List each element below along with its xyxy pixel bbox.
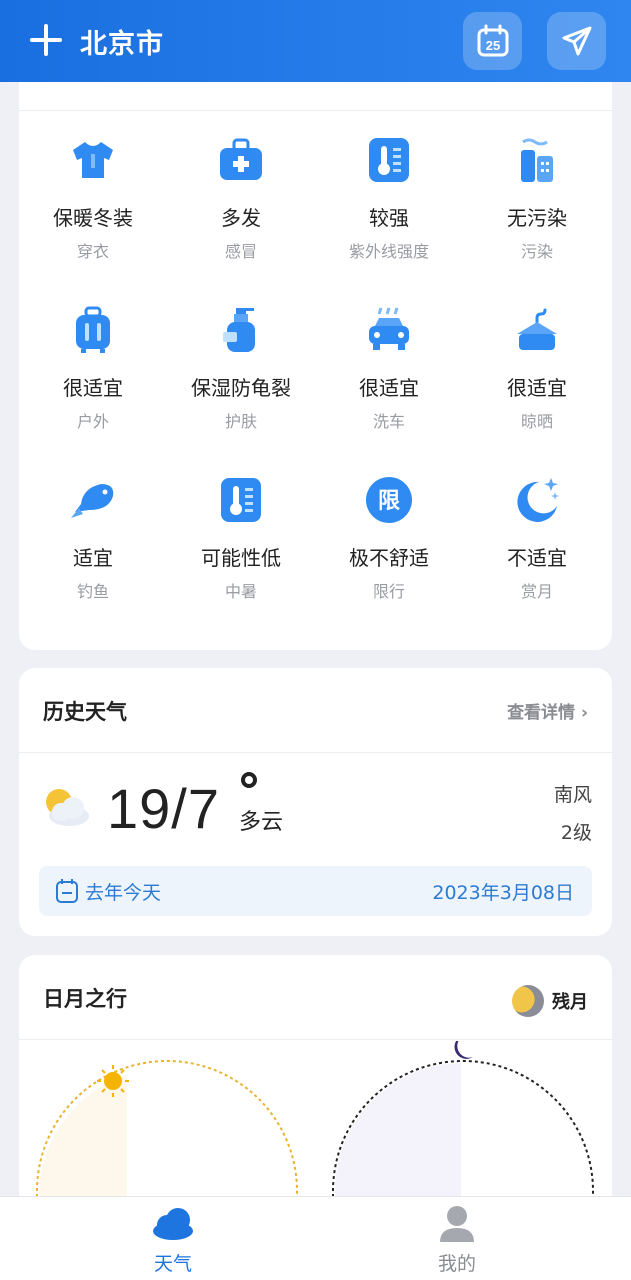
factory-icon	[521, 138, 553, 182]
thermometer-icon	[369, 138, 409, 182]
moon-icon	[517, 478, 559, 522]
history-wind-level: 2级	[560, 822, 592, 844]
last-year-label: 去年今天	[85, 882, 162, 904]
last-year-bar[interactable]: 去年今天 2023年3月08日	[39, 866, 592, 916]
medkit-icon	[220, 138, 262, 180]
life-item-drying[interactable]: 很适宜 晾晒	[463, 292, 611, 462]
partly-cloudy-icon	[46, 789, 89, 826]
sun-moon-title: 日月之行	[43, 987, 127, 1011]
nav-mine[interactable]: 我的	[397, 1197, 517, 1280]
luggage-icon	[76, 306, 110, 353]
moon-phase-label: 残月	[552, 992, 588, 1013]
life-item-carwash[interactable]: 很适宜 洗车	[315, 292, 463, 462]
nav-weather[interactable]: 天气	[113, 1197, 233, 1280]
shirt-icon	[73, 142, 113, 178]
share-button[interactable]	[547, 12, 606, 70]
cloud-icon	[153, 1208, 193, 1240]
moon-phase: 残月	[512, 985, 588, 1017]
life-item-cold[interactable]: 多发 感冒	[167, 122, 315, 292]
top-header: 北京市 25	[0, 0, 631, 82]
life-item-heatstroke[interactable]: 可能性低 中暑	[167, 462, 315, 632]
user-icon	[440, 1206, 474, 1242]
view-details-link[interactable]: 查看详情 ›	[507, 698, 588, 723]
life-item-clothing[interactable]: 保暖冬装 穿衣	[19, 122, 167, 292]
bottom-nav: 天气 我的	[0, 1196, 631, 1280]
calendar-icon: 25	[477, 24, 508, 57]
send-icon	[562, 26, 591, 56]
life-item-outdoor[interactable]: 很适宜 户外	[19, 292, 167, 462]
calendar-icon	[56, 879, 78, 903]
thermometer-icon	[221, 478, 261, 522]
chevron-right-icon: ›	[580, 703, 588, 723]
limit-icon: 限	[366, 477, 412, 523]
history-condition: 多云	[239, 810, 284, 835]
history-title: 历史天气	[43, 700, 127, 724]
lotion-icon	[223, 308, 255, 352]
calendar-button[interactable]: 25	[463, 12, 522, 70]
life-item-fishing[interactable]: 适宜 钓鱼	[19, 462, 167, 632]
hanger-icon	[517, 308, 557, 350]
city-name[interactable]: 北京市	[80, 22, 164, 61]
life-item-uv[interactable]: 较强 紫外线强度	[315, 122, 463, 292]
degree-symbol	[241, 772, 257, 788]
svg-text:限: 限	[378, 489, 400, 514]
life-index-card: 保暖冬装 穿衣 多发 感冒 较强 紫外线强度 无污染 污染 很适宜 户外 保湿防…	[19, 82, 612, 650]
history-wind: 南风	[553, 784, 592, 806]
moon-icon	[454, 1041, 473, 1059]
life-item-moon-viewing[interactable]: 不适宜 赏月	[463, 462, 611, 632]
fish-icon	[71, 484, 114, 518]
sun-moon-card: 日月之行 残月	[19, 955, 612, 1196]
moon-phase-icon	[512, 985, 544, 1017]
life-item-skincare[interactable]: 保湿防龟裂 护肤	[167, 292, 315, 462]
sun-moon-arcs	[36, 1041, 594, 1196]
life-item-pollution[interactable]: 无污染 污染	[463, 122, 611, 292]
svg-text:25: 25	[485, 38, 499, 53]
last-year-date: 2023年3月08日	[432, 882, 574, 904]
history-weather-card: 历史天气 查看详情 › 19/7 多云 南风 2级 去年今天 2023年3月08…	[19, 668, 612, 936]
life-item-traffic-limit[interactable]: 限 极不舒适 限行	[315, 462, 463, 632]
add-city-icon[interactable]	[24, 19, 68, 63]
car-icon	[369, 307, 409, 350]
main-scroll[interactable]: 保暖冬装 穿衣 多发 感冒 较强 紫外线强度 无污染 污染 很适宜 户外 保湿防…	[0, 82, 631, 1196]
history-temperature: 19/7	[107, 777, 220, 840]
